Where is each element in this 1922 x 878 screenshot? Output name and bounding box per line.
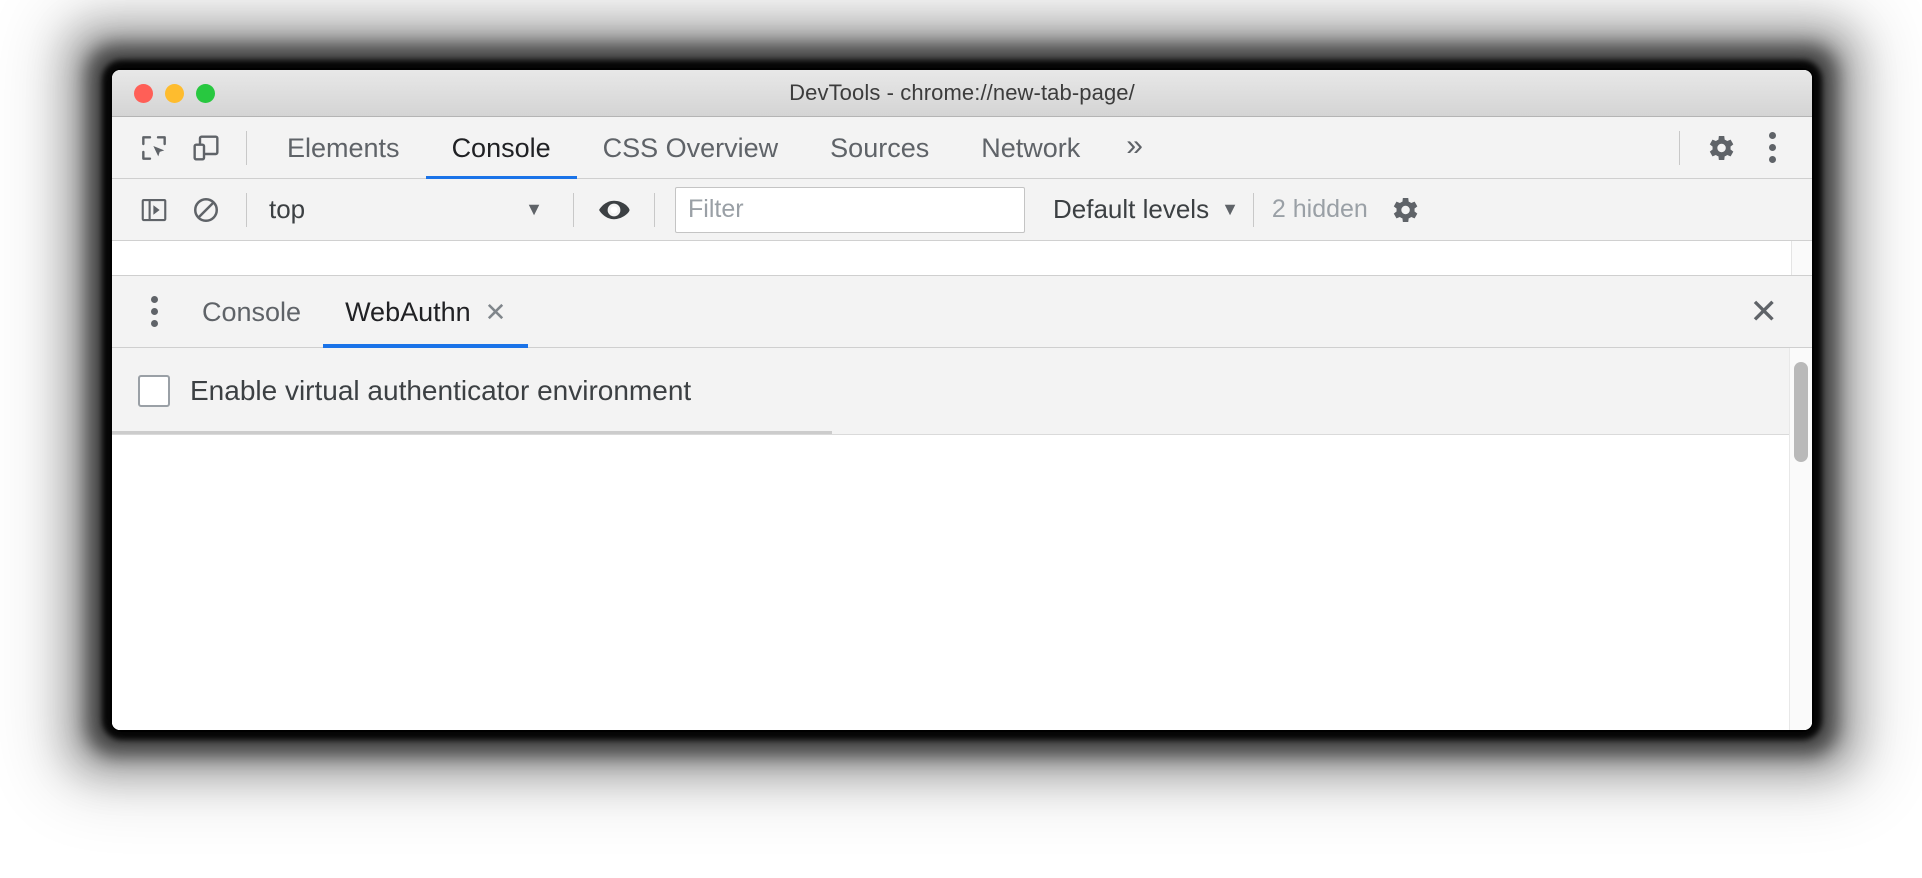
- close-drawer-button[interactable]: ✕: [1750, 295, 1779, 329]
- devtools-drawer: Console WebAuthn ✕ ✕ Enable virtual auth…: [112, 276, 1812, 730]
- webauthn-scrollbar[interactable]: [1789, 348, 1812, 730]
- webauthn-panel: Enable virtual authenticator environment: [112, 348, 1812, 730]
- device-toolbar-icon: [190, 132, 222, 164]
- toggle-device-toolbar-button[interactable]: [180, 122, 232, 174]
- devtools-main-tabbar: Elements Console CSS Overview Sources Ne…: [112, 117, 1812, 179]
- gear-icon: [1703, 131, 1737, 165]
- drawer-tab-webauthn[interactable]: WebAuthn ✕: [323, 276, 528, 348]
- traffic-light-group: [134, 83, 215, 103]
- tab-elements[interactable]: Elements: [261, 117, 426, 179]
- drawer-more-tools-button[interactable]: [128, 286, 180, 338]
- console-settings-button[interactable]: [1378, 184, 1430, 236]
- more-tabs-chevron-icon[interactable]: »: [1106, 130, 1163, 165]
- toolbar-divider: [246, 130, 247, 165]
- console-sidebar-toggle-icon: [139, 195, 169, 225]
- filter-placeholder: Filter: [688, 195, 744, 223]
- toolbar-divider-right: [1679, 130, 1680, 165]
- hidden-messages-count[interactable]: 2 hidden: [1272, 195, 1368, 224]
- chevron-down-icon: ▼: [525, 199, 543, 219]
- enable-virtual-authenticator-checkbox[interactable]: [138, 375, 170, 407]
- console-toolbar-divider-4: [1252, 192, 1254, 227]
- zoom-window-button[interactable]: [196, 83, 215, 103]
- console-scrollbar[interactable]: [1791, 241, 1812, 275]
- drawer-tab-webauthn-label: WebAuthn: [345, 296, 471, 327]
- drawer-tabbar: Console WebAuthn ✕ ✕: [112, 276, 1812, 348]
- tab-css-overview[interactable]: CSS Overview: [577, 117, 805, 179]
- eye-icon: [597, 193, 631, 227]
- console-toolbar-divider-2: [573, 192, 574, 227]
- inspect-element-button[interactable]: [128, 122, 180, 174]
- execution-context-value: top: [269, 194, 306, 224]
- console-sidebar-toggle-button[interactable]: [128, 184, 180, 236]
- minimize-window-button[interactable]: [165, 83, 184, 103]
- main-menu-button[interactable]: [1746, 122, 1798, 174]
- settings-button[interactable]: [1694, 122, 1746, 174]
- enable-virtual-authenticator-label: Enable virtual authenticator environment: [190, 375, 692, 406]
- clear-console-icon: [191, 195, 221, 225]
- close-tab-icon[interactable]: ✕: [485, 299, 507, 325]
- tab-sources[interactable]: Sources: [804, 117, 955, 179]
- console-toolbar-divider-3: [654, 192, 655, 227]
- webauthn-panel-body: [112, 434, 1812, 730]
- create-live-expression-button[interactable]: [588, 184, 640, 236]
- clear-console-button[interactable]: [180, 184, 232, 236]
- console-message-area: [112, 241, 1812, 276]
- chevron-down-icon-levels: ▼: [1221, 199, 1239, 219]
- window-title: DevTools - chrome://new-tab-page/: [789, 80, 1135, 105]
- log-level-selector[interactable]: Default levels ▼: [1053, 194, 1239, 225]
- console-toolbar-divider-1: [246, 192, 247, 227]
- inspect-element-cursor-icon: [138, 132, 170, 164]
- drawer-tab-console[interactable]: Console: [180, 276, 323, 348]
- execution-context-selector[interactable]: top ▼: [261, 194, 559, 225]
- tab-network[interactable]: Network: [955, 117, 1106, 179]
- kebab-menu-icon-drawer: [127, 285, 181, 339]
- gear-icon-console: [1387, 193, 1421, 227]
- screenshot-root: DevTools - chrome://new-tab-page/ Elemen…: [0, 0, 1922, 878]
- kebab-menu-icon: [1745, 121, 1799, 175]
- drawer-tab-console-label: Console: [202, 296, 302, 327]
- console-filter-toolbar: top ▼ Filter Default levels ▼ 2 hidden: [112, 179, 1812, 241]
- enable-virtual-authenticator-row[interactable]: Enable virtual authenticator environment: [112, 348, 1812, 434]
- filter-input[interactable]: Filter: [675, 186, 1025, 233]
- close-window-button[interactable]: [134, 83, 153, 103]
- window-titlebar: DevTools - chrome://new-tab-page/: [112, 70, 1812, 117]
- webauthn-scrollbar-thumb[interactable]: [1794, 362, 1808, 462]
- tab-console[interactable]: Console: [426, 117, 577, 179]
- log-level-value: Default levels: [1053, 194, 1210, 224]
- devtools-window: DevTools - chrome://new-tab-page/ Elemen…: [112, 70, 1812, 730]
